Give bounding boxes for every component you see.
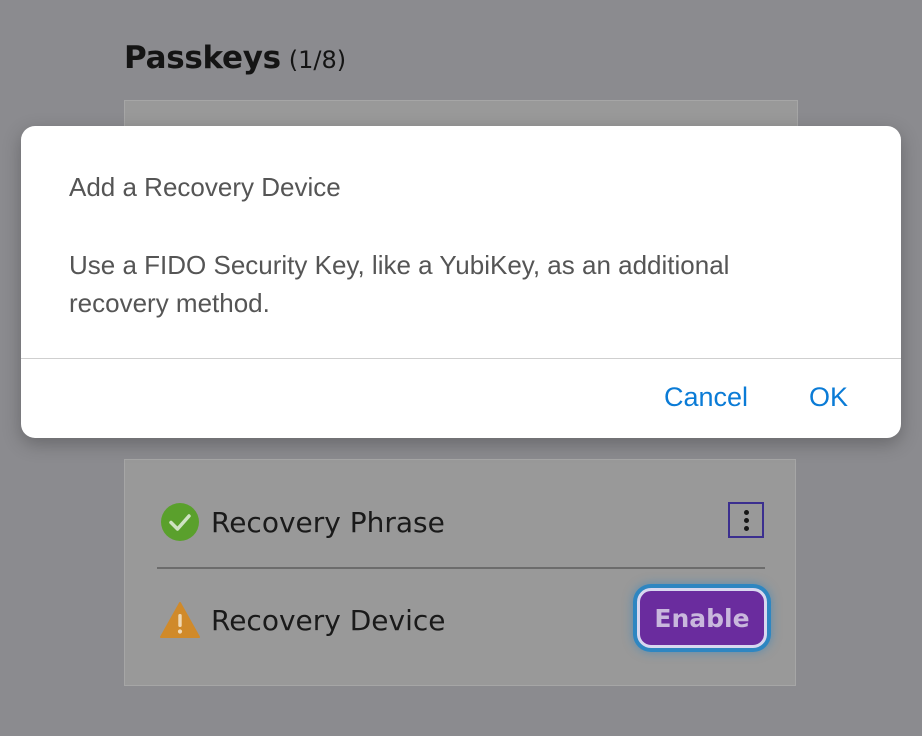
add-recovery-device-dialog: Add a Recovery Device Use a FIDO Securit… (21, 126, 901, 438)
dialog-message: Use a FIDO Security Key, like a YubiKey,… (69, 250, 730, 318)
row-divider (157, 567, 765, 569)
cancel-button[interactable]: Cancel (664, 382, 748, 413)
warning-triangle-icon (159, 599, 201, 641)
recovery-options-card: Recovery Phrase Recovery Device Enable (124, 459, 796, 686)
more-vertical-icon-dot (743, 525, 749, 531)
more-vertical-icon-dot (743, 517, 749, 523)
recovery-device-label: Recovery Device (211, 603, 446, 637)
check-circle-icon (159, 501, 201, 543)
dialog-title: Add a Recovery Device (69, 172, 341, 202)
recovery-phrase-more-button[interactable] (728, 502, 764, 538)
page-title: Passkeys (124, 40, 281, 76)
more-vertical-icon-dot (743, 509, 749, 515)
recovery-phrase-label: Recovery Phrase (211, 505, 445, 539)
recovery-device-row: Recovery Device Enable (125, 588, 795, 648)
page-heading: Passkeys (1/8) (124, 40, 346, 76)
dialog-divider (21, 358, 901, 359)
passkey-count: (1/8) (288, 46, 347, 74)
enable-recovery-device-button[interactable]: Enable (637, 588, 767, 648)
recovery-phrase-row: Recovery Phrase (125, 496, 795, 548)
ok-button[interactable]: OK (809, 382, 848, 413)
